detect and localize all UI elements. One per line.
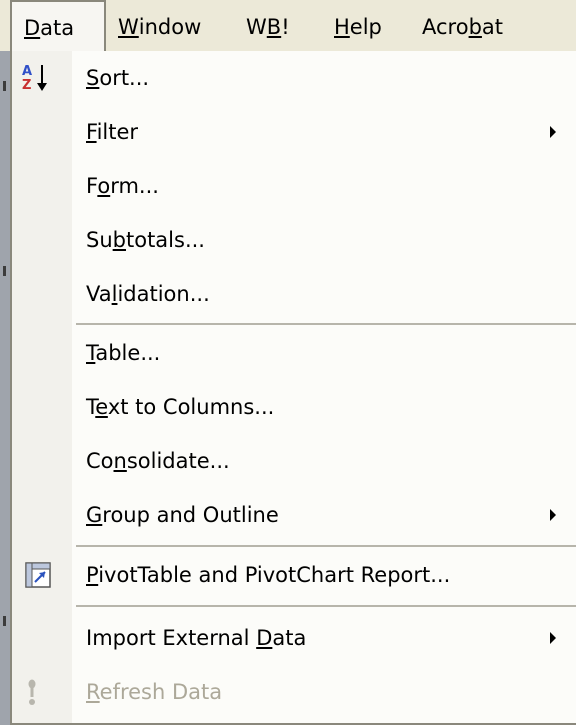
menu-item-filter[interactable]: Filter	[12, 105, 576, 159]
submenu-arrow-icon	[550, 509, 556, 521]
svg-text:Z: Z	[22, 78, 31, 93]
menu-item-group-and-outline-post: roup and Outline	[102, 503, 279, 527]
menu-window[interactable]: Window	[118, 0, 201, 54]
menu-item-refresh-data: Refresh Data	[12, 665, 576, 719]
menu-help-label-accel: H	[334, 15, 350, 39]
menu-item-subtotals-accel: b	[112, 228, 126, 252]
menu-item-validation-label: Validation...	[86, 282, 210, 306]
data-menu-dropdown: A Z Sort... Filter Form... Subtotals... …	[10, 51, 576, 725]
menu-item-table-accel: T	[86, 341, 96, 365]
menu-item-filter-post: ilter	[96, 120, 139, 144]
menu-item-sort-post: ort...	[99, 66, 150, 90]
menu-item-refresh-data-label: Refresh Data	[86, 680, 222, 704]
menu-wb[interactable]: W B!	[246, 0, 290, 54]
menu-item-validation[interactable]: Validation...	[12, 267, 576, 321]
menu-item-consolidate-label: Consolidate...	[86, 449, 230, 473]
menu-wb-label-post: !	[281, 15, 290, 39]
menu-item-filter-label: Filter	[86, 120, 138, 144]
excel-window: Data Window W B! Help Acro b at A Z Sort…	[0, 0, 576, 725]
menu-item-form-label: Form...	[86, 174, 159, 198]
menu-item-consolidate-post: solidate...	[126, 449, 230, 473]
svg-text:A: A	[22, 64, 32, 79]
worksheet-edge-mark	[3, 81, 6, 91]
menu-window-label-accel: W	[118, 15, 139, 39]
pivottable-icon	[20, 558, 54, 592]
submenu-arrow-icon	[550, 126, 556, 138]
menu-item-form[interactable]: Form...	[12, 159, 576, 213]
menu-item-pivottable[interactable]: PivotTable and PivotChart Report...	[12, 548, 576, 602]
menu-item-subtotals-label: Subtotals...	[86, 228, 205, 252]
menu-item-form-pre: F	[86, 174, 98, 198]
menu-item-subtotals[interactable]: Subtotals...	[12, 213, 576, 267]
menu-item-form-post: rm...	[110, 174, 159, 198]
menu-item-pivottable-accel: P	[86, 563, 99, 587]
menu-item-text-to-columns-post: xt to Columns...	[107, 395, 275, 419]
menu-acrobat-label-post: at	[481, 15, 504, 39]
menu-help[interactable]: Help	[334, 0, 382, 54]
worksheet-edge-mark	[3, 616, 6, 626]
menu-item-sort-label: Sort...	[86, 66, 149, 90]
menu-item-text-to-columns-label: Text to Columns...	[86, 395, 274, 419]
menu-window-label-post: indow	[138, 15, 202, 39]
menu-item-text-to-columns-accel: e	[95, 395, 108, 419]
menu-separator	[76, 605, 576, 607]
menu-data-label-accel: D	[24, 16, 41, 40]
menu-item-subtotals-post: totals...	[125, 228, 205, 252]
menu-wb-label-pre: W	[246, 15, 267, 39]
menu-item-consolidate[interactable]: Consolidate...	[12, 434, 576, 488]
menu-acrobat-label-accel: b	[468, 15, 482, 39]
menu-item-group-and-outline-label: Group and Outline	[86, 503, 279, 527]
menu-data-label-post: ata	[40, 16, 75, 40]
menu-item-sort-accel: S	[86, 66, 100, 90]
menu-separator	[76, 323, 576, 325]
menu-item-sort[interactable]: A Z Sort...	[12, 51, 576, 105]
menu-item-import-external-data-label: Import External Data	[86, 626, 306, 650]
menu-separator	[76, 545, 576, 547]
menu-item-pivottable-label: PivotTable and PivotChart Report...	[86, 563, 450, 587]
worksheet-edge	[0, 51, 10, 725]
menu-item-text-to-columns-pre: T	[86, 395, 96, 419]
menu-data[interactable]: Data	[10, 0, 106, 54]
menu-item-refresh-data-post: efresh Data	[99, 680, 223, 704]
menu-bar: Data Window W B! Help Acro b at	[0, 0, 576, 55]
menu-acrobat[interactable]: Acro b at	[422, 0, 503, 54]
menu-item-form-accel: o	[97, 174, 111, 198]
menu-item-subtotals-pre: Su	[86, 228, 113, 252]
menu-acrobat-label-pre: Acro	[422, 15, 469, 39]
menu-item-import-external-data[interactable]: Import External Data	[12, 611, 576, 665]
menu-wb-label-accel: B	[266, 15, 282, 39]
menu-item-import-external-data-accel: D	[256, 626, 273, 650]
menu-item-import-external-data-pre: Import External	[86, 626, 257, 650]
menu-item-table-label: Table...	[86, 341, 160, 365]
menu-help-label-post: elp	[349, 15, 382, 39]
menu-item-validation-pre: Va	[86, 282, 112, 306]
menu-item-group-and-outline-accel: G	[86, 503, 103, 527]
menu-item-pivottable-post: ivotTable and PivotChart Report...	[98, 563, 451, 587]
menu-item-group-and-outline[interactable]: Group and Outline	[12, 488, 576, 542]
menu-item-import-external-data-post: ata	[272, 626, 307, 650]
menu-item-consolidate-accel: n	[113, 449, 127, 473]
menu-item-filter-accel: F	[86, 120, 97, 144]
submenu-arrow-icon	[550, 632, 556, 644]
menu-item-consolidate-pre: Co	[86, 449, 114, 473]
refresh-exclamation-icon	[20, 675, 54, 709]
sort-ascending-icon: A Z	[20, 61, 54, 95]
worksheet-edge-mark	[3, 266, 6, 276]
menu-item-table-post: able...	[95, 341, 161, 365]
menu-item-validation-post: idation...	[117, 282, 210, 306]
menu-item-text-to-columns[interactable]: Text to Columns...	[12, 380, 576, 434]
menu-item-table[interactable]: Table...	[12, 326, 576, 380]
menu-item-refresh-data-accel: R	[86, 680, 100, 704]
